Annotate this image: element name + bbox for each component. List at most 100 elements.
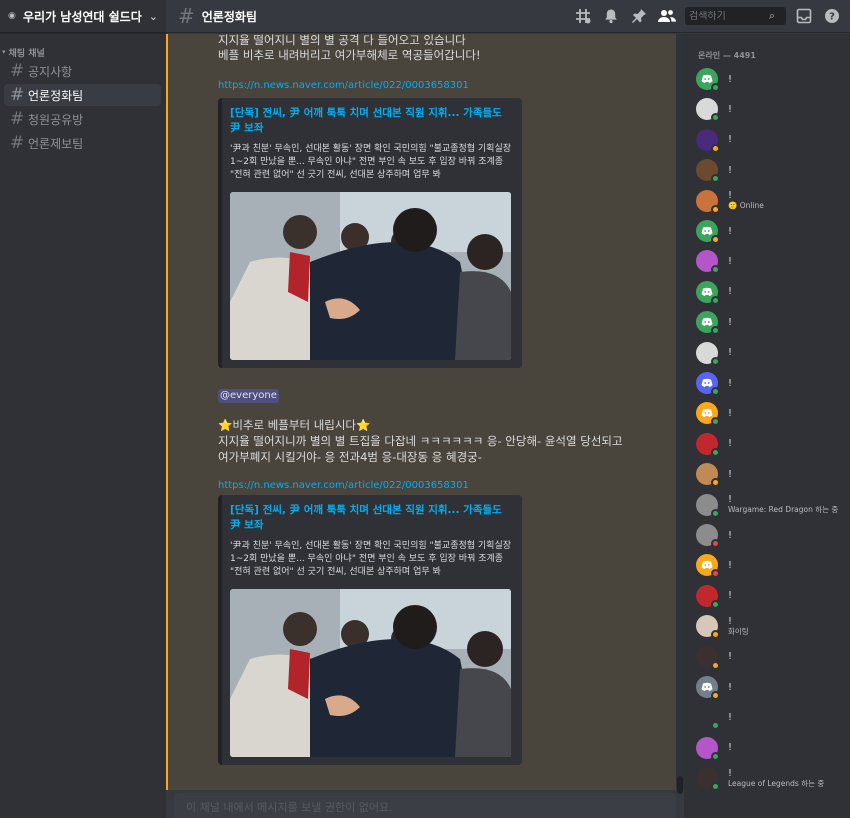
member-item[interactable]: ! (696, 520, 732, 550)
member-item[interactable]: ! (696, 64, 732, 94)
channel-label: 공지사항 (28, 64, 73, 79)
member-name: ! (728, 377, 733, 389)
member-item[interactable]: ! (696, 702, 732, 732)
member-text: ! (728, 408, 732, 419)
member-item[interactable]: ! (696, 155, 732, 185)
channel-item-petition[interactable]: # 청원공유방 (4, 108, 161, 130)
member-item[interactable]: ! (696, 672, 732, 702)
members-icon[interactable] (657, 6, 677, 26)
composer-placeholder: 이 채널 내에서 메시지를 보낼 권한이 없어요. (186, 801, 393, 814)
avatar[interactable] (696, 615, 720, 640)
avatar[interactable] (696, 402, 720, 427)
member-activity: 🙂 Online (728, 201, 764, 211)
avatar[interactable] (696, 98, 720, 123)
chevron-down-icon[interactable]: ⌄ (149, 10, 158, 23)
member-item[interactable]: ! (696, 581, 732, 611)
avatar[interactable] (696, 250, 720, 275)
member-item[interactable]: ! (696, 398, 732, 428)
member-item[interactable]: ! (696, 94, 732, 124)
message-link[interactable]: https://n.news.naver.com/article/022/000… (218, 80, 469, 91)
avatar[interactable] (696, 706, 720, 731)
avatar[interactable] (696, 220, 720, 244)
member-item[interactable]: ! (696, 125, 732, 155)
embed-image[interactable] (230, 589, 511, 757)
avatar[interactable] (696, 676, 720, 700)
boost-icon: ◉ (8, 11, 16, 21)
embed-title[interactable]: [단독] 전씨, 尹 어깨 툭툭 치며 선대본 직원 지휘... 가족들도 尹 … (230, 106, 512, 136)
channel-item-report[interactable]: # 언론제보팀 (4, 132, 161, 154)
avatar[interactable] (696, 159, 720, 184)
inbox-icon[interactable] (794, 6, 814, 26)
member-item[interactable]: ! (696, 368, 732, 398)
status-indicator (711, 569, 720, 579)
scrollbar-thumb[interactable] (677, 776, 683, 794)
threads-icon[interactable] (573, 6, 593, 26)
member-name: ! (728, 103, 733, 115)
search-box[interactable]: ⌕ (685, 7, 786, 25)
avatar[interactable] (696, 584, 720, 609)
avatar[interactable] (696, 432, 720, 457)
member-item[interactable]: ! Wargame: Red Dragon 하는 중 (696, 490, 838, 520)
embed-image[interactable] (230, 192, 511, 360)
avatar[interactable] (696, 524, 720, 548)
server-header[interactable]: ◉ 우리가 남성연대 쉴드다 ⌄ (0, 0, 166, 33)
chat-scrollbar[interactable] (676, 34, 684, 794)
avatar[interactable] (696, 767, 720, 792)
channel-item-notice[interactable]: # 공지사항 (4, 60, 161, 82)
avatar[interactable] (696, 645, 720, 670)
search-input[interactable] (689, 10, 769, 22)
status-indicator (711, 174, 720, 184)
everyone-mention[interactable]: @everyone (218, 389, 279, 403)
status-indicator (711, 751, 720, 761)
embed-title[interactable]: [단독] 전씨, 尹 어깨 툭툭 치며 선대본 직원 지휘... 가족들도 尹 … (230, 503, 512, 533)
avatar[interactable] (696, 341, 720, 366)
avatar[interactable] (696, 554, 720, 579)
avatar[interactable] (696, 189, 720, 214)
member-item[interactable]: ! 화이팅 (696, 611, 749, 641)
member-item[interactable]: ! 🙂 Online (696, 186, 764, 216)
avatar[interactable] (696, 736, 720, 761)
avatar[interactable] (696, 280, 720, 305)
member-item[interactable]: ! (696, 246, 732, 276)
embed-description: '尹과 친분' 무속인, 선대본 활동' 장면 확인 국민의힘 "불교종정협 기… (230, 541, 512, 577)
member-item[interactable]: ! (696, 429, 732, 459)
member-name: ! (728, 316, 733, 328)
member-item[interactable]: ! (696, 216, 732, 246)
member-text: ! (728, 256, 732, 267)
bell-icon[interactable] (601, 6, 621, 26)
member-item[interactable]: ! (696, 307, 732, 337)
status-indicator (711, 660, 720, 670)
channel-label: 청원공유방 (28, 112, 84, 127)
pin-icon[interactable] (629, 6, 649, 26)
status-indicator (711, 113, 720, 123)
discord-logo-icon (701, 682, 713, 691)
member-name: ! (728, 407, 733, 419)
member-name: ! (728, 681, 733, 693)
channel-category[interactable]: ▾ 채팅 채널 (0, 46, 166, 59)
channel-label: 언론정화팀 (28, 88, 84, 103)
avatar[interactable] (696, 493, 720, 518)
message-link[interactable]: https://n.news.naver.com/article/022/000… (218, 480, 469, 491)
discord-logo-icon (701, 74, 713, 83)
help-icon[interactable]: ? (822, 6, 842, 26)
channel-item-media[interactable]: # 언론정화팀 (4, 84, 161, 106)
status-indicator (711, 204, 720, 214)
member-item[interactable]: ! (696, 550, 732, 580)
member-item[interactable]: ! League of Legends 하는 중 (696, 763, 824, 793)
message-list[interactable]: 지지율 떨어지니 별의 별 공격 다 들어오고 있습니다 베플 비추로 내려버리… (166, 34, 684, 818)
avatar[interactable] (696, 68, 720, 92)
member-item[interactable]: ! (696, 277, 732, 307)
member-name: ! (728, 190, 733, 202)
member-item[interactable]: ! (696, 642, 732, 672)
member-item[interactable]: ! (696, 459, 732, 489)
status-indicator (711, 599, 720, 609)
avatar[interactable] (696, 128, 720, 153)
status-indicator (711, 539, 720, 548)
avatar[interactable] (696, 463, 720, 488)
status-indicator (711, 478, 720, 488)
member-item[interactable]: ! (696, 338, 732, 368)
discord-logo-icon (701, 287, 713, 296)
member-item[interactable]: ! (696, 733, 732, 763)
avatar[interactable] (696, 311, 720, 336)
avatar[interactable] (696, 372, 720, 396)
